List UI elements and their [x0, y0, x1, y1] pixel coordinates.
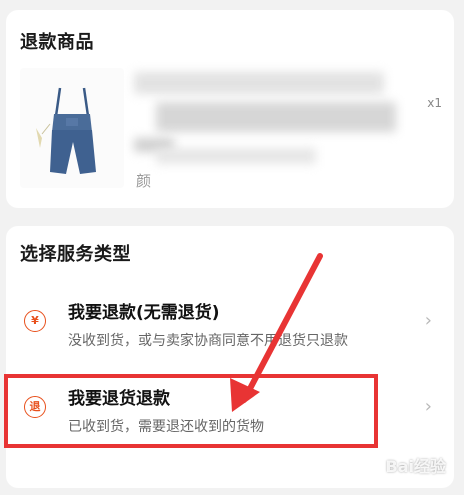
- refund-only-subtitle: 没收到货，或与卖家协商同意不用退货只退款: [68, 333, 348, 349]
- return-and-refund-option[interactable]: 退 我要退货退款 已收到货，需要退还收到的货物 ›: [6, 372, 454, 442]
- baidu-jingyan-watermark: Bai经验: [385, 457, 446, 476]
- chevron-right-icon: ›: [424, 310, 432, 331]
- product-thumbnail[interactable]: [20, 68, 124, 188]
- refund-yuan-icon: ¥: [24, 310, 46, 332]
- product-spec-label: 颜: [136, 172, 152, 190]
- return-goods-icon: 退: [24, 396, 46, 418]
- blurred-spec: [156, 148, 316, 164]
- return-and-refund-subtitle: 已收到货，需要退还收到的货物: [68, 419, 264, 435]
- chevron-right-icon: ›: [424, 396, 432, 417]
- refund-product-card: 退款商品 颜 x1: [6, 10, 454, 208]
- product-quantity: x1: [427, 96, 442, 110]
- blurred-product-name: [134, 72, 384, 94]
- overalls-image: [36, 87, 96, 174]
- service-type-card: 选择服务类型 ¥ 我要退款(无需退货) 没收到货，或与卖家协商同意不用退货只退款…: [6, 226, 454, 488]
- refund-only-title: 我要退款(无需退货): [68, 303, 220, 323]
- return-and-refund-title: 我要退货退款: [68, 389, 170, 409]
- refund-only-option[interactable]: ¥ 我要退款(无需退货) 没收到货，或与卖家协商同意不用退货只退款 ›: [6, 286, 454, 356]
- product-card-title: 退款商品: [20, 32, 94, 53]
- blurred-product-detail: [156, 102, 396, 132]
- service-card-title: 选择服务类型: [20, 244, 131, 265]
